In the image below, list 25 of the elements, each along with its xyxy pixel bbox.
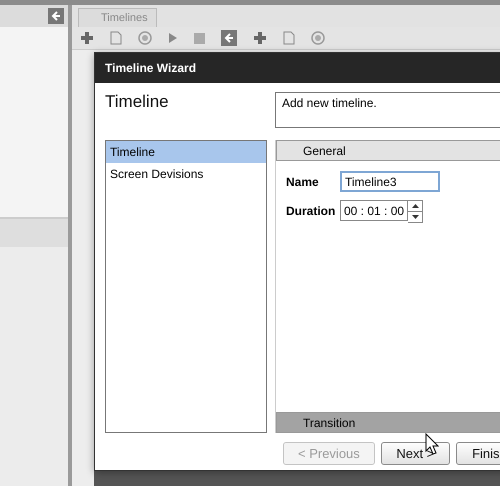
- add-icon[interactable]: [80, 31, 94, 45]
- document-icon[interactable]: [283, 31, 295, 45]
- section-header[interactable]: Transition: [276, 412, 500, 433]
- stop-icon[interactable]: [194, 32, 205, 44]
- page-heading: Timeline: [105, 92, 170, 113]
- description-box: Add new timeline.: [275, 92, 500, 128]
- document-icon[interactable]: [110, 31, 122, 45]
- window-title: Timeline Wizard: [95, 53, 500, 83]
- duration-field[interactable]: 00 : 01 : 00: [340, 200, 408, 221]
- record-icon[interactable]: [311, 31, 325, 45]
- panel-row: [0, 217, 68, 247]
- step-item[interactable]: Timeline: [106, 141, 266, 163]
- collapse-icon[interactable]: [48, 8, 64, 24]
- section-header[interactable]: General: [276, 140, 500, 161]
- wizard-button[interactable]: Finis: [456, 442, 500, 465]
- name-field[interactable]: Timeline3: [340, 171, 440, 192]
- step-item[interactable]: Screen Devisions: [106, 163, 266, 185]
- spin-buttons[interactable]: [408, 200, 424, 223]
- cursor-icon: [425, 433, 439, 455]
- field-label: Name: [286, 174, 320, 189]
- record-icon[interactable]: [138, 31, 152, 45]
- play-icon[interactable]: [168, 32, 178, 44]
- add-icon[interactable]: [253, 31, 267, 45]
- collapse-icon[interactable]: [221, 30, 237, 46]
- field-label: Duration: [286, 203, 336, 218]
